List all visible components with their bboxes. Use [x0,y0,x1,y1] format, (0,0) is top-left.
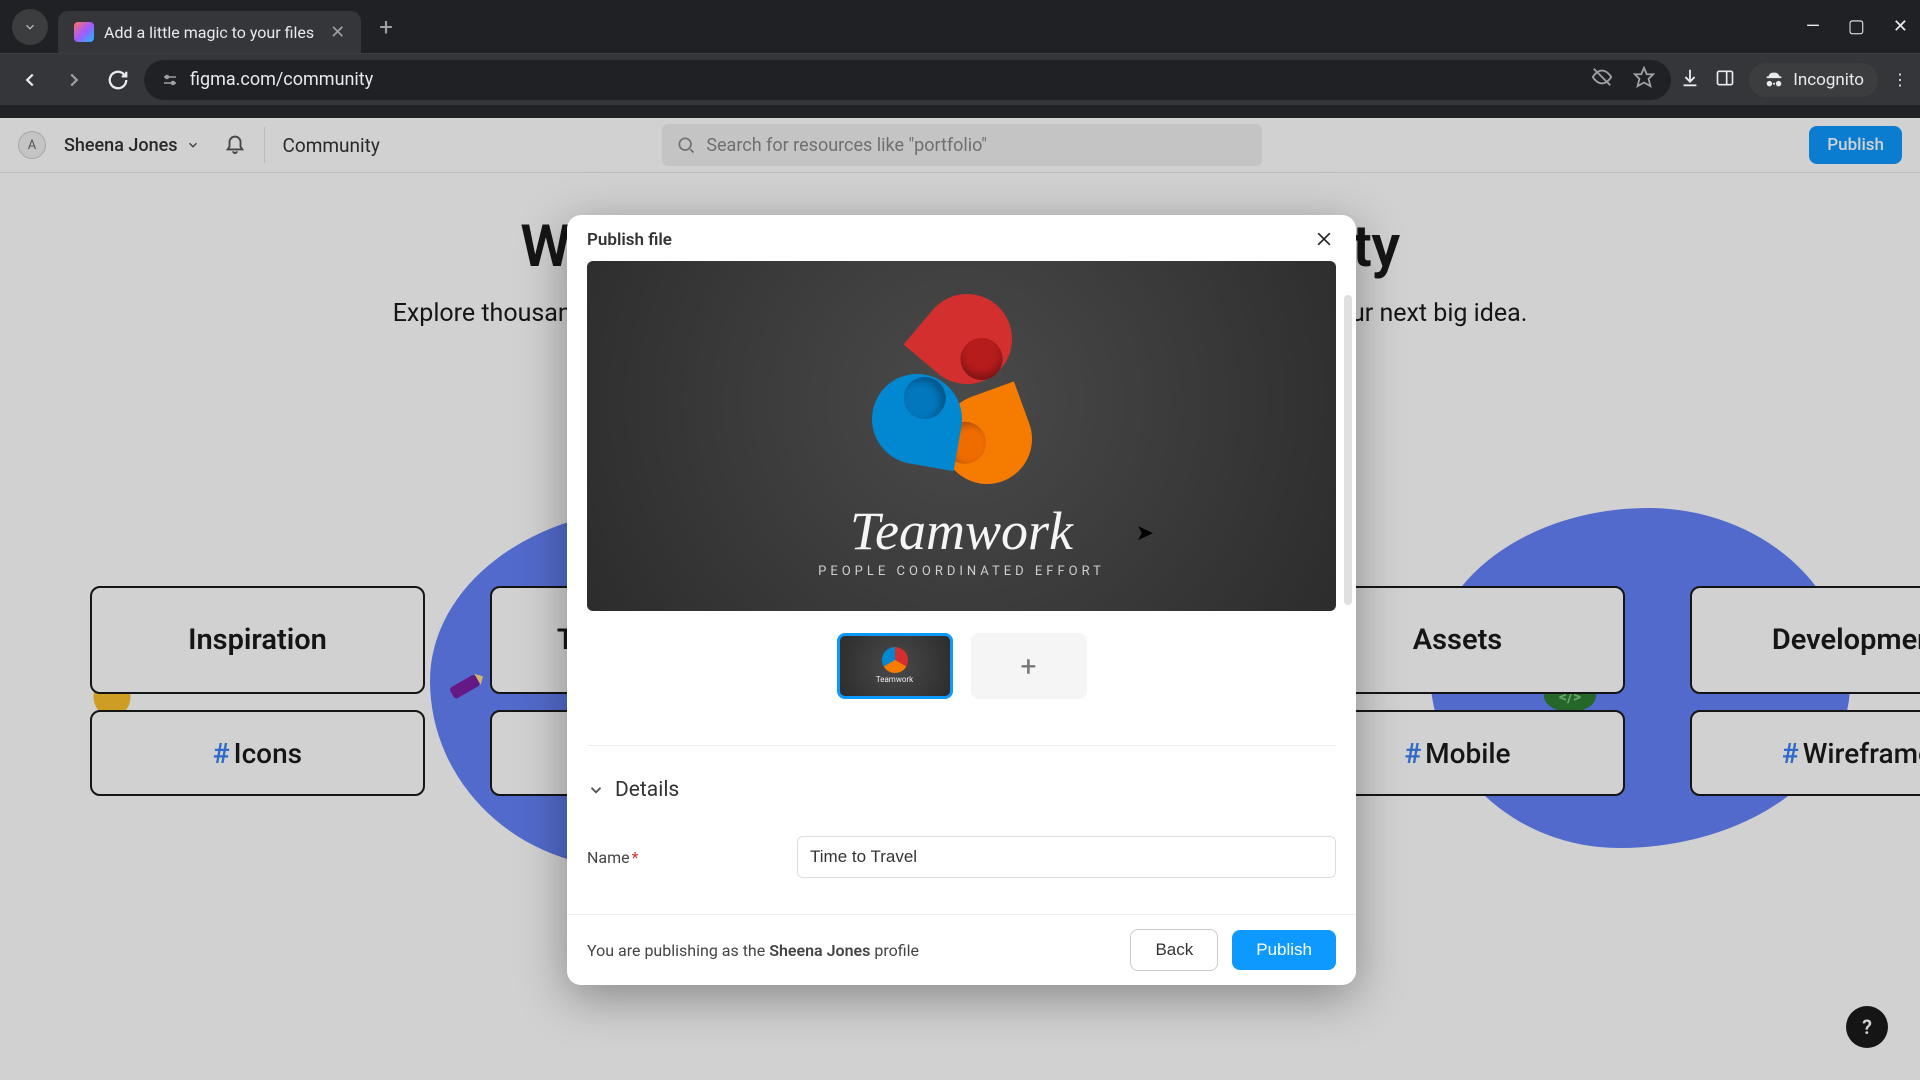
maximize-icon[interactable]: ▢ [1848,16,1865,37]
chevron-down-icon [587,781,605,799]
incognito-label: Incognito [1793,70,1864,90]
preview-logo-title: Teamwork [850,500,1073,562]
incognito-icon [1763,69,1785,91]
modal-title: Publish file [587,230,672,250]
close-tab-icon[interactable]: ✕ [330,22,345,43]
sidepanel-icon[interactable] [1715,68,1735,92]
preview-logo-subtitle: PEOPLE COORDINATED EFFORT [818,564,1105,579]
teamwork-logo-icon [862,294,1062,494]
minimize-icon[interactable]: — [1806,16,1820,37]
close-icon[interactable] [1314,229,1336,251]
thumbnail-selected[interactable]: Teamwork [837,633,953,699]
name-field-label: Name* [587,848,777,867]
tab-title: Add a little magic to your files [104,23,314,42]
browser-menu-icon[interactable]: ⋮ [1892,70,1908,89]
add-thumbnail-button[interactable]: + [971,633,1087,699]
scrollbar[interactable] [1344,295,1352,605]
figma-favicon-icon [74,22,94,42]
reload-icon[interactable] [100,62,136,98]
incognito-chip[interactable]: Incognito [1749,63,1878,97]
hide-eye-icon[interactable] [1591,66,1613,93]
browser-tab[interactable]: Add a little magic to your files ✕ [58,11,361,53]
bookmark-star-icon[interactable] [1633,66,1655,93]
details-label: Details [615,778,679,802]
back-icon[interactable] [12,62,48,98]
details-section-toggle[interactable]: Details [587,745,1336,802]
forward-icon [56,62,92,98]
publish-button[interactable]: Publish [1232,930,1336,970]
downloads-icon[interactable] [1679,67,1701,93]
preview-image: Teamwork PEOPLE COORDINATED EFFORT ➤ [587,261,1336,611]
cursor-icon: ➤ [1136,521,1154,546]
site-info-icon[interactable] [160,70,180,90]
back-button[interactable]: Back [1130,929,1218,971]
name-field[interactable] [797,836,1336,878]
new-tab-button[interactable]: + [379,13,393,41]
close-window-icon[interactable]: ✕ [1893,16,1908,37]
publish-file-modal: Publish file Teamwork PEOPLE COORDINATED… [567,215,1356,985]
search-tabs-icon[interactable] [12,9,48,45]
address-bar[interactable]: figma.com/community [144,60,1671,100]
url-text: figma.com/community [190,69,373,90]
publishing-as-text: You are publishing as the Sheena Jones p… [587,941,919,960]
